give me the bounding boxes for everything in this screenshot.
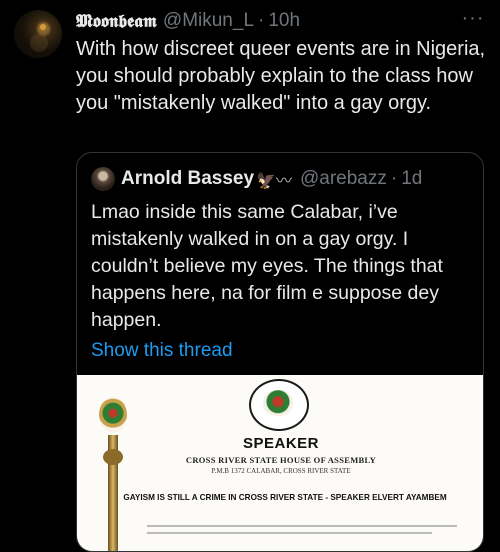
quoted-author-avatar[interactable] — [91, 167, 115, 191]
letterhead-assembly: CROSS RIVER STATE HOUSE OF ASSEMBLY — [185, 455, 377, 465]
author-name[interactable]: 𝕸𝖔𝖔𝖓𝖇𝖊𝖆𝖒 — [76, 11, 157, 32]
quoted-tweet[interactable]: Arnold Bassey 🦅〰 @arebazz · 1d Lmao insi… — [76, 152, 484, 552]
quoted-timestamp[interactable]: 1d — [401, 168, 422, 190]
quoted-author-name[interactable]: Arnold Bassey — [121, 168, 254, 190]
quoted-header: Arnold Bassey 🦅〰 @arebazz · 1d — [91, 167, 422, 191]
author-handle[interactable]: @Mikun_L — [163, 10, 254, 32]
letter-body-line — [147, 532, 433, 534]
letterhead-title: SPEAKER — [242, 435, 320, 452]
tweet-header: 𝕸𝖔𝖔𝖓𝖇𝖊𝖆𝖒 @Mikun_L · 10h — [76, 9, 300, 33]
tweet-text: With how discreet queer events are in Ni… — [76, 38, 486, 114]
coat-of-arms-icon — [249, 379, 309, 431]
letter-headline: GAYISM IS STILL A CRIME IN CROSS RIVER S… — [123, 493, 447, 502]
quoted-separator: · — [390, 168, 398, 189]
letterhead-address: P.M.B 1372 CALABAR, CROSS RIVER STATE — [211, 467, 351, 475]
quoted-author-handle[interactable]: @arebazz — [300, 168, 387, 190]
show-thread-link[interactable]: Show this thread — [91, 340, 233, 362]
author-avatar[interactable] — [14, 10, 62, 58]
quoted-text: Lmao inside this same Calabar, i’ve mist… — [91, 201, 443, 331]
more-options-icon[interactable]: ··· — [460, 8, 486, 33]
avatar-light — [40, 24, 46, 30]
avatar-smoke — [30, 34, 48, 52]
quoted-image[interactable]: SPEAKER CROSS RIVER STATE HOUSE OF ASSEM… — [77, 375, 483, 551]
header-separator: · — [258, 10, 265, 31]
tweet-timestamp[interactable]: 10h — [268, 10, 300, 32]
quoted-author-emoji: 🦅〰 — [256, 173, 292, 190]
mace-crest — [99, 397, 127, 433]
letter-body-line — [147, 525, 457, 527]
letter-body-lines — [147, 525, 457, 539]
